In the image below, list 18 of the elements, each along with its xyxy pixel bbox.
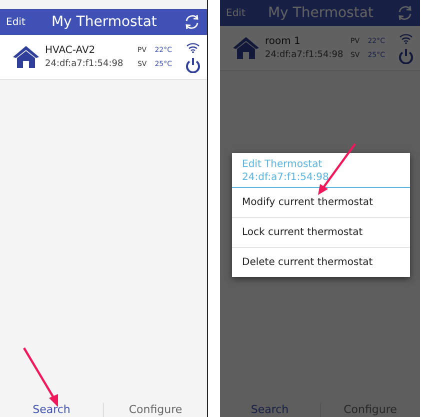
device-name: HVAC-AV2	[45, 44, 96, 58]
edit-button[interactable]: Edit	[6, 14, 26, 30]
tab[interactable]: Search	[0, 402, 103, 417]
device-name: room 1	[265, 34, 302, 49]
house-icon	[232, 36, 260, 60]
menu-item[interactable]: Lock current thermostat	[232, 218, 410, 248]
screen-title: My Thermostat	[266, 4, 374, 22]
screen-title: My Thermostat	[50, 12, 158, 32]
mac-address: 24:df:a7:f1:54:98	[45, 58, 124, 71]
menu-item[interactable]: Delete current thermostat	[232, 248, 410, 277]
wifi-icon	[399, 32, 413, 44]
wifi-icon	[186, 42, 200, 52]
refresh-icon[interactable]	[183, 13, 201, 31]
mac-address: 24:df:a7:f1:54:98	[265, 48, 344, 62]
menu-item[interactable]: Modify current thermostat	[232, 188, 410, 218]
house-icon	[12, 45, 40, 69]
tab[interactable]: Configure	[103, 402, 207, 417]
power-icon[interactable]	[185, 56, 201, 72]
